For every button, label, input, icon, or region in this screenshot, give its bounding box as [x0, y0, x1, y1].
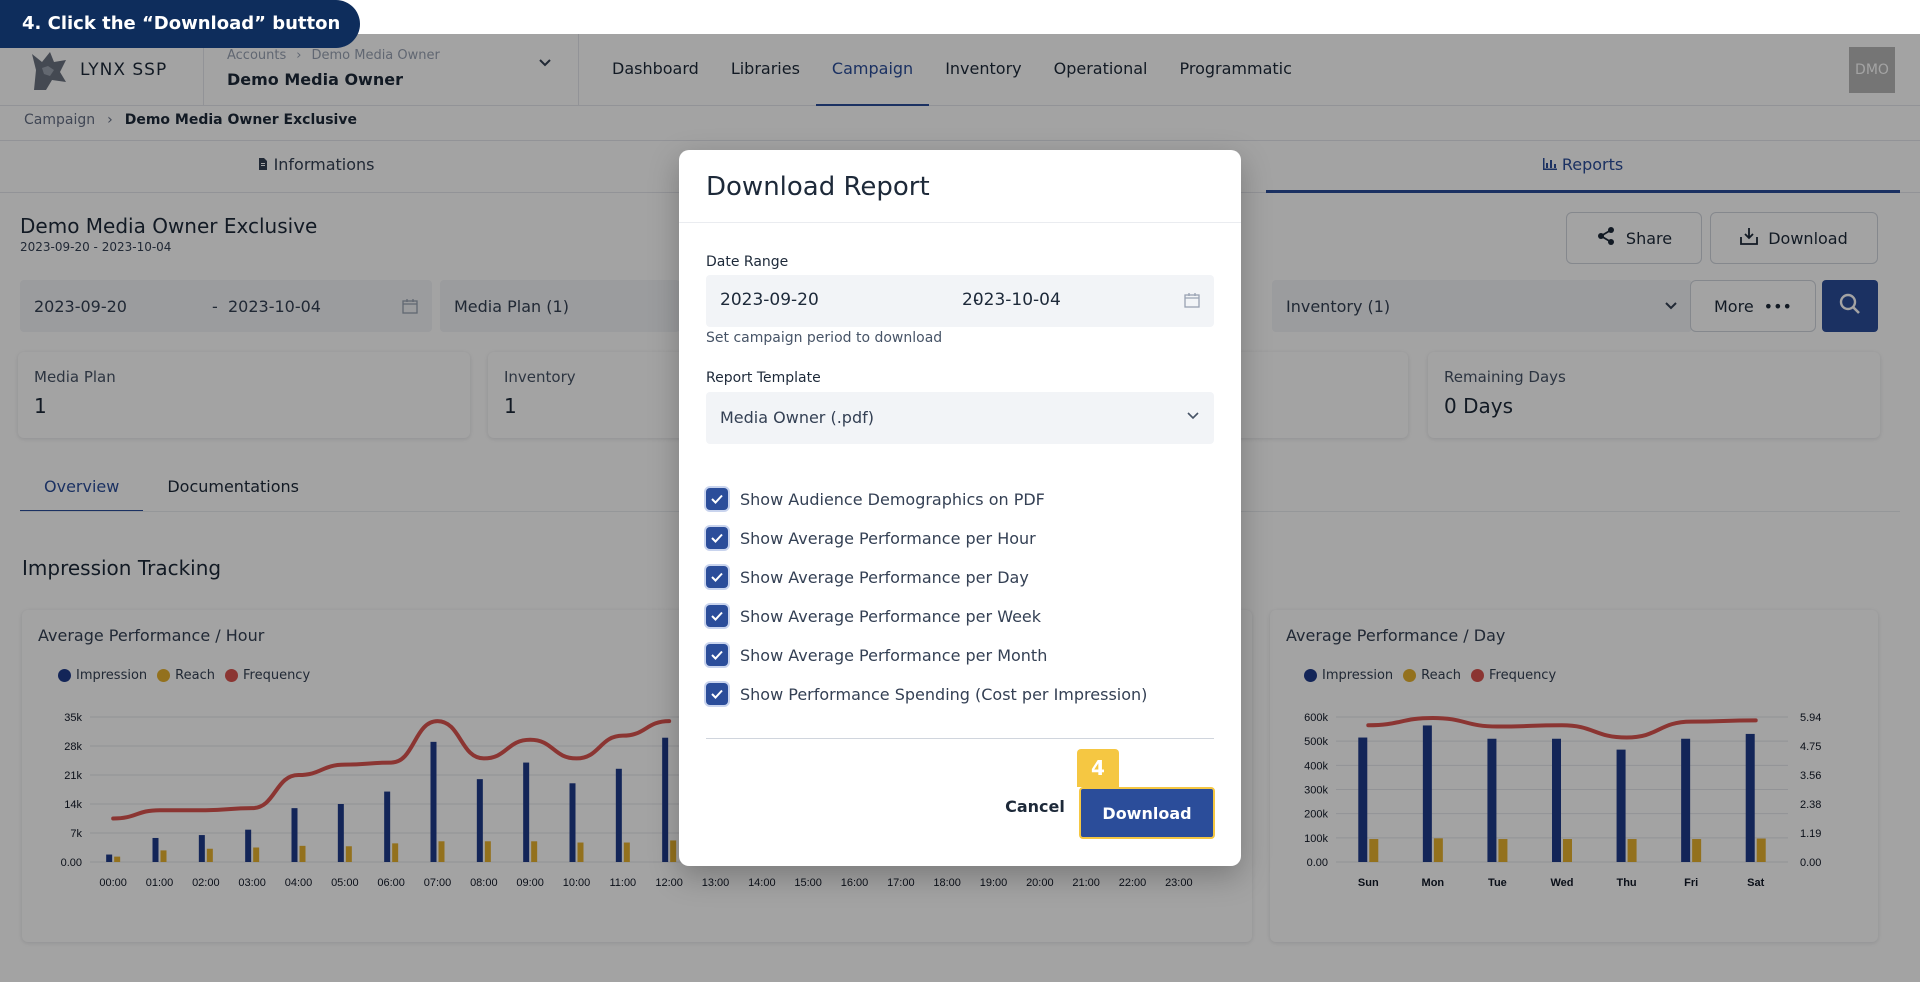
checkbox-checked[interactable]	[706, 683, 728, 705]
option-label: Show Average Performance per Week	[740, 606, 1042, 626]
calendar-icon	[1184, 292, 1200, 313]
option-performance-per-month[interactable]: Show Average Performance per Month	[706, 644, 1047, 666]
option-label: Show Average Performance per Month	[740, 645, 1048, 665]
download-report-modal: Download Report Date Range 2023-09-20 - …	[679, 150, 1241, 866]
option-audience-demographics[interactable]: Show Audience Demographics on PDF	[706, 488, 1045, 510]
option-performance-per-week[interactable]: Show Average Performance per Week	[706, 605, 1041, 627]
checkbox-checked[interactable]	[706, 644, 728, 666]
modal-download-button[interactable]: Download	[1079, 787, 1215, 839]
checkbox-checked[interactable]	[706, 527, 728, 549]
cancel-button[interactable]: Cancel	[979, 787, 1091, 825]
report-template-select[interactable]: Media Owner (.pdf)	[706, 392, 1214, 444]
step-number-badge: 4	[1077, 749, 1119, 787]
date-range-help: Set campaign period to download	[706, 330, 943, 346]
divider	[706, 738, 1214, 739]
date-end: 2023-10-04	[962, 290, 1061, 310]
option-label: Show Average Performance per Day	[740, 567, 1029, 587]
chevron-down-icon	[1186, 392, 1200, 444]
report-template-value: Media Owner (.pdf)	[720, 408, 874, 427]
option-label: Show Audience Demographics on PDF	[740, 489, 1045, 509]
option-performance-per-day[interactable]: Show Average Performance per Day	[706, 566, 1029, 588]
checkbox-checked[interactable]	[706, 605, 728, 627]
date-start: 2023-09-20	[720, 290, 819, 310]
date-range-label: Date Range	[706, 254, 789, 270]
option-performance-per-hour[interactable]: Show Average Performance per Hour	[706, 527, 1036, 549]
report-template-label: Report Template	[706, 370, 821, 386]
tutorial-step-banner: 4. Click the “Download” button	[0, 0, 361, 48]
option-label: Show Average Performance per Hour	[740, 528, 1036, 548]
option-performance-spending[interactable]: Show Performance Spending (Cost per Impr…	[706, 683, 1147, 705]
modal-title: Download Report	[706, 172, 930, 202]
option-label: Show Performance Spending (Cost per Impr…	[740, 684, 1148, 704]
checkbox-checked[interactable]	[706, 566, 728, 588]
date-range-input[interactable]: 2023-09-20 - 2023-10-04	[706, 275, 1214, 327]
checkbox-checked[interactable]	[706, 488, 728, 510]
divider	[679, 222, 1241, 223]
